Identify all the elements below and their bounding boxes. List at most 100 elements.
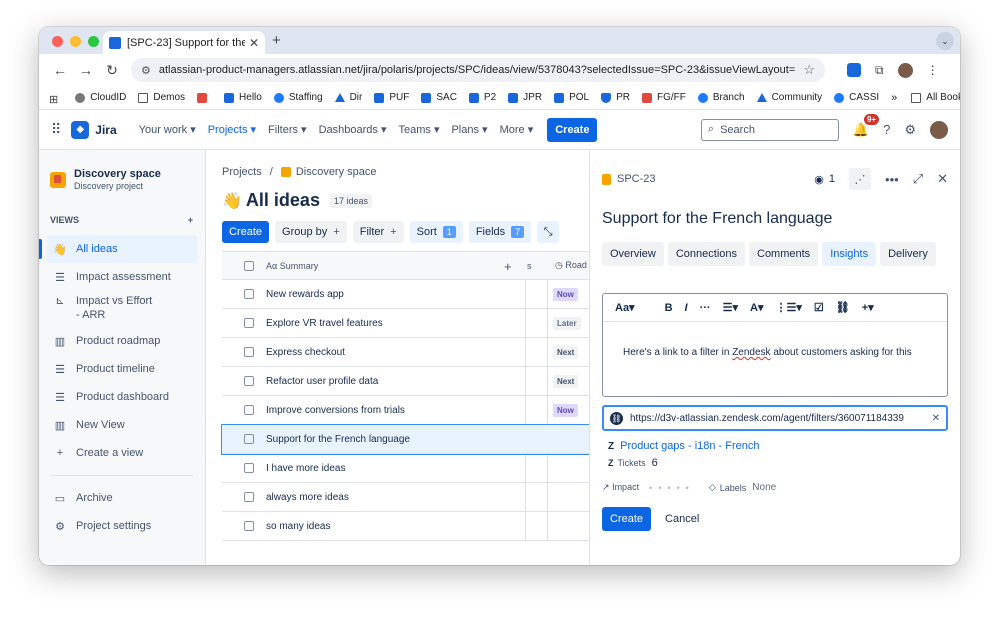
all-bookmarks[interactable]: All Bookmarks [911,92,960,103]
project-header[interactable]: Discovery space Discovery project [50,168,197,191]
bookmark-p2[interactable]: P2 [468,92,496,103]
bookmark-dir[interactable]: Dir [334,92,362,103]
select-all-checkbox[interactable] [244,260,254,271]
sidebar-item-product-roadmap[interactable]: ▥ Product roadmap [47,327,197,355]
profile-avatar[interactable] [897,62,913,78]
sidebar-item-project-settings[interactable]: ⚙ Project settings [47,512,197,540]
nav-your-work[interactable]: Your work ▾ [139,123,196,136]
add-column-icon[interactable]: + [504,259,512,274]
list-icon[interactable]: ⋮☰▾ [775,301,801,314]
sort-button[interactable]: Sort 1 [409,221,463,243]
minimize-window-button[interactable] [70,36,81,47]
row-checkbox[interactable] [244,521,254,531]
notifications-bell-icon[interactable]: 🔔 9+ [853,113,880,138]
tab-comments[interactable]: Comments [749,242,819,266]
user-avatar[interactable] [930,120,948,139]
nav-more[interactable]: More ▾ [500,123,534,136]
labels-value[interactable]: None [752,482,776,493]
row-checkbox[interactable] [244,289,254,299]
address-bar[interactable]: ⚙ atlassian-product-managers.atlassian.n… [131,58,825,82]
new-tab-icon[interactable]: + [272,32,281,49]
breadcrumb-project[interactable]: Discovery space [296,166,377,178]
table-row[interactable]: always more ideas [222,483,589,512]
fields-button[interactable]: Fields 7 [468,221,532,243]
tab-delivery[interactable]: Delivery [880,242,936,266]
collapse-icon[interactable]: ⤡ [537,221,560,243]
bookmark-branch[interactable]: Branch [697,92,745,103]
issue-title[interactable]: Support for the French language [602,210,948,228]
extension-icon[interactable] [847,63,861,77]
more-actions-icon[interactable]: ••• [885,172,899,187]
bookmark-demos[interactable]: Demos [138,92,185,103]
tab-connections[interactable]: Connections [667,242,745,266]
app-switcher-icon[interactable]: ⠿ [51,121,61,138]
sidebar-item-create-view[interactable]: + Create a view [47,439,197,467]
zendesk-link[interactable]: Z Product gaps - i18n - French [608,437,948,455]
filter-button[interactable]: Filter + [352,221,404,243]
row-checkbox[interactable] [244,463,254,473]
help-icon[interactable]: ? [883,122,890,137]
cancel-button[interactable]: Cancel [661,507,703,531]
maximize-window-button[interactable] [88,36,99,47]
issue-key[interactable]: SPC-23 [602,173,656,185]
apps-icon[interactable]: ⊞ [49,93,63,106]
row-checkbox[interactable] [244,492,254,502]
checkbox-icon[interactable]: ☑ [814,301,824,314]
tab-overview[interactable]: Overview [602,242,664,266]
table-row[interactable]: Express checkout Next [222,338,589,367]
bookmark-jpr[interactable]: JPR [508,92,542,103]
italic-icon[interactable]: I [685,302,688,314]
settings-gear-icon[interactable]: ⚙ [904,122,916,138]
bookmark-cloudid[interactable]: CloudID [75,92,126,103]
table-row[interactable]: Support for the French language [221,424,589,455]
sidebar-item-impact-assessment[interactable]: ☰ Impact assessment [47,263,197,291]
table-row[interactable]: Explore VR travel features Later [222,309,589,338]
impact-field[interactable]: ↗ Impact [602,482,639,493]
row-checkbox[interactable] [244,434,254,444]
jira-logo-icon[interactable]: ◆ [71,120,90,139]
sidebar-item-impact-vs-effort[interactable]: ⊾ Impact vs Effort - ARR [47,291,197,327]
bookmark-star-icon[interactable]: ☆ [803,62,815,78]
back-icon[interactable]: ← [47,62,73,78]
impact-rating[interactable]: ••••• [649,483,695,493]
link-icon[interactable]: ⛓ [836,301,850,314]
bookmark-red[interactable] [197,92,212,103]
search-input[interactable]: ⌕ Search [700,118,839,141]
sidebar-item-all-ideas[interactable]: 👋 All ideas [39,235,197,263]
nav-projects[interactable]: Projects ▾ [208,123,256,136]
nav-teams[interactable]: Teams ▾ [398,123,439,136]
sidebar-item-product-dashboard[interactable]: ☰ Product dashboard [47,383,197,411]
bookmark-staffing[interactable]: Staffing [273,92,323,103]
row-checkbox[interactable] [244,376,254,386]
group-by-button[interactable]: Group by + [275,221,347,243]
forward-icon[interactable]: → [73,62,99,78]
insight-editor[interactable]: Aa▾ B I ··· ☰▾ A▾ ⋮☰▾ ☑ ⛓ +▾ Here's a li… [602,293,948,397]
watch-button[interactable]: ◉ 1 [814,173,835,186]
roadmap-column-header[interactable]: ◷ Road [555,260,587,271]
text-style-dropdown[interactable]: Aa▾ [615,301,635,314]
row-checkbox[interactable] [244,405,254,415]
create-insight-button[interactable]: Create [602,507,652,531]
table-row[interactable]: Improve conversions from trials Now [222,396,589,425]
tab-search-icon[interactable]: ⌄ [936,32,954,50]
bookmark-pr[interactable]: PR [601,92,630,103]
add-view-icon[interactable]: + [188,215,193,225]
clear-icon[interactable]: ✕ [932,413,940,424]
close-window-button[interactable] [52,36,63,47]
close-icon[interactable]: ✕ [937,171,948,187]
table-row[interactable]: New rewards app Now [222,280,589,309]
tab-insights[interactable]: Insights [822,242,877,266]
row-checkbox[interactable] [244,347,254,357]
bookmark-community[interactable]: Community [756,92,822,103]
status-column-header[interactable]: s [527,261,532,271]
sidebar-item-archive[interactable]: ▭ Archive [47,484,197,512]
expand-icon[interactable]: ⤢ [913,171,923,187]
bold-icon[interactable]: B [665,302,673,314]
insert-plus-icon[interactable]: +▾ [862,301,874,314]
create-idea-button[interactable]: Create [222,221,270,243]
reload-icon[interactable]: ↻ [99,62,125,79]
share-icon[interactable]: ⋰ [849,168,872,190]
jira-app-name[interactable]: Jira [95,123,116,137]
more-formatting-icon[interactable]: ··· [700,302,711,314]
table-row[interactable]: I have more ideas [222,454,589,483]
